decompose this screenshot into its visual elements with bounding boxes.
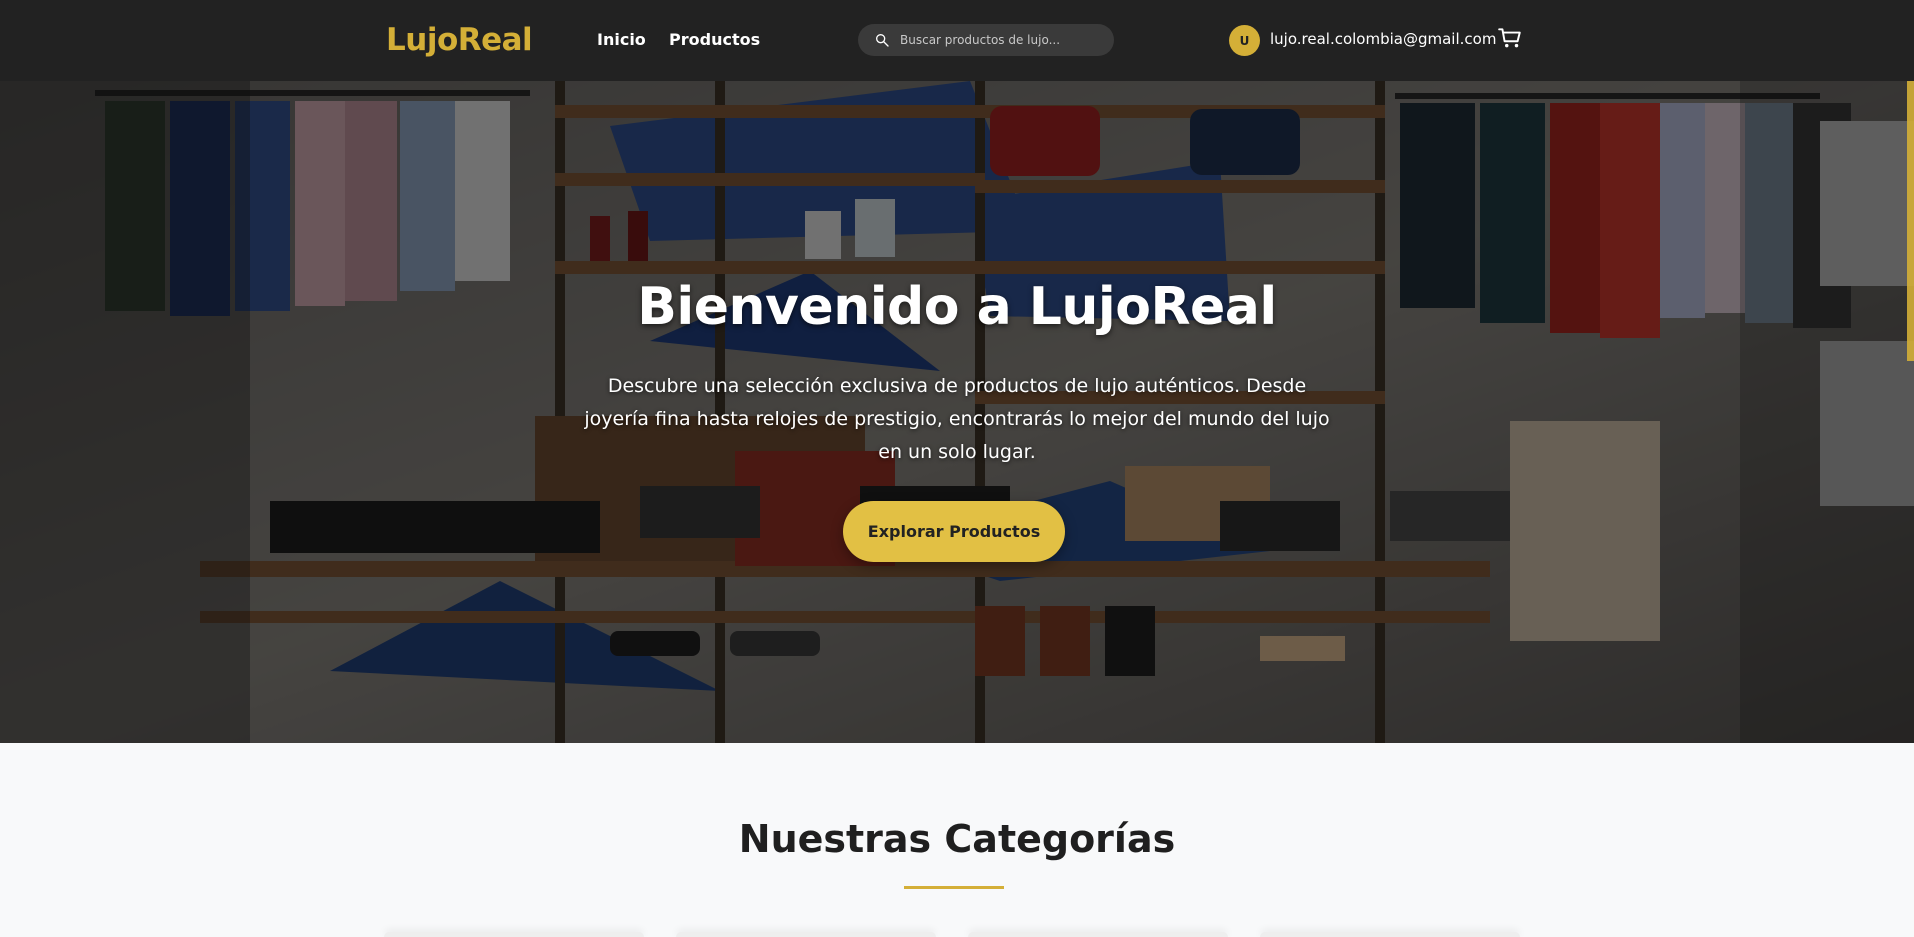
- category-card-preview[interactable]: [968, 932, 1228, 937]
- categories-title: Nuestras Categorías: [738, 817, 1176, 861]
- shopping-cart-icon[interactable]: [1497, 25, 1523, 51]
- top-navigation: LujoReal Inicio Productos U lujo.real.co…: [0, 0, 1914, 81]
- user-avatar[interactable]: U: [1229, 25, 1260, 56]
- nav-link-productos[interactable]: Productos: [669, 30, 760, 49]
- hero-description: Descubre una selección exclusiva de prod…: [584, 375, 1330, 463]
- search-bar[interactable]: [858, 24, 1114, 56]
- scrollbar-thumb[interactable]: [1907, 81, 1914, 361]
- categories-title-underline: [904, 886, 1004, 889]
- explore-products-button[interactable]: Explorar Productos: [843, 501, 1065, 562]
- nav-link-inicio[interactable]: Inicio: [597, 30, 646, 49]
- user-email[interactable]: lujo.real.colombia@gmail.com: [1270, 30, 1496, 48]
- hero-title: Bienvenido a LujoReal: [637, 277, 1277, 337]
- logo[interactable]: LujoReal: [386, 22, 533, 58]
- category-card-preview[interactable]: [676, 932, 936, 937]
- category-card-preview[interactable]: [1260, 932, 1520, 937]
- search-icon: [876, 34, 889, 47]
- search-input[interactable]: [900, 33, 1110, 47]
- category-card-preview[interactable]: [384, 932, 644, 937]
- hero-section: Bienvenido a LujoReal Descubre una selec…: [0, 81, 1914, 743]
